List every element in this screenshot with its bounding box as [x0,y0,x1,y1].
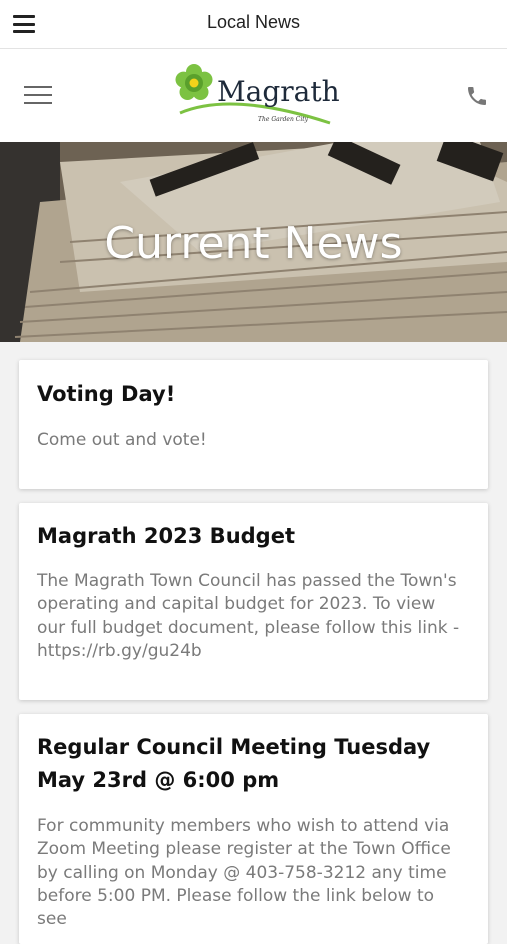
site-menu-icon[interactable] [24,86,52,106]
news-card[interactable]: Voting Day! Come out and vote! [19,360,488,489]
hero-banner: Current News [0,142,507,342]
news-title[interactable]: Magrath 2023 Budget [37,520,470,553]
news-title[interactable]: Regular Council Meeting Tuesday May 23rd… [37,731,470,797]
magrath-logo[interactable]: Magrath The Garden City [172,63,340,127]
phone-icon[interactable] [465,84,489,108]
site-header: Magrath The Garden City [0,49,507,142]
hero-title: Current News [104,218,403,269]
logo-wordmark: Magrath [217,75,340,108]
news-body: For community members who wish to attend… [37,816,451,930]
app-top-bar: Local News [0,0,507,49]
page-title: Local News [206,12,301,32]
news-title[interactable]: Voting Day! [37,378,470,411]
news-body: Come out and vote! [37,430,207,450]
news-card[interactable]: Regular Council Meeting Tuesday May 23rd… [19,714,488,944]
logo-tagline: The Garden City [258,116,309,123]
news-card[interactable]: Magrath 2023 Budget The Magrath Town Cou… [19,503,488,700]
news-body: The Magrath Town Council has passed the … [37,571,460,661]
